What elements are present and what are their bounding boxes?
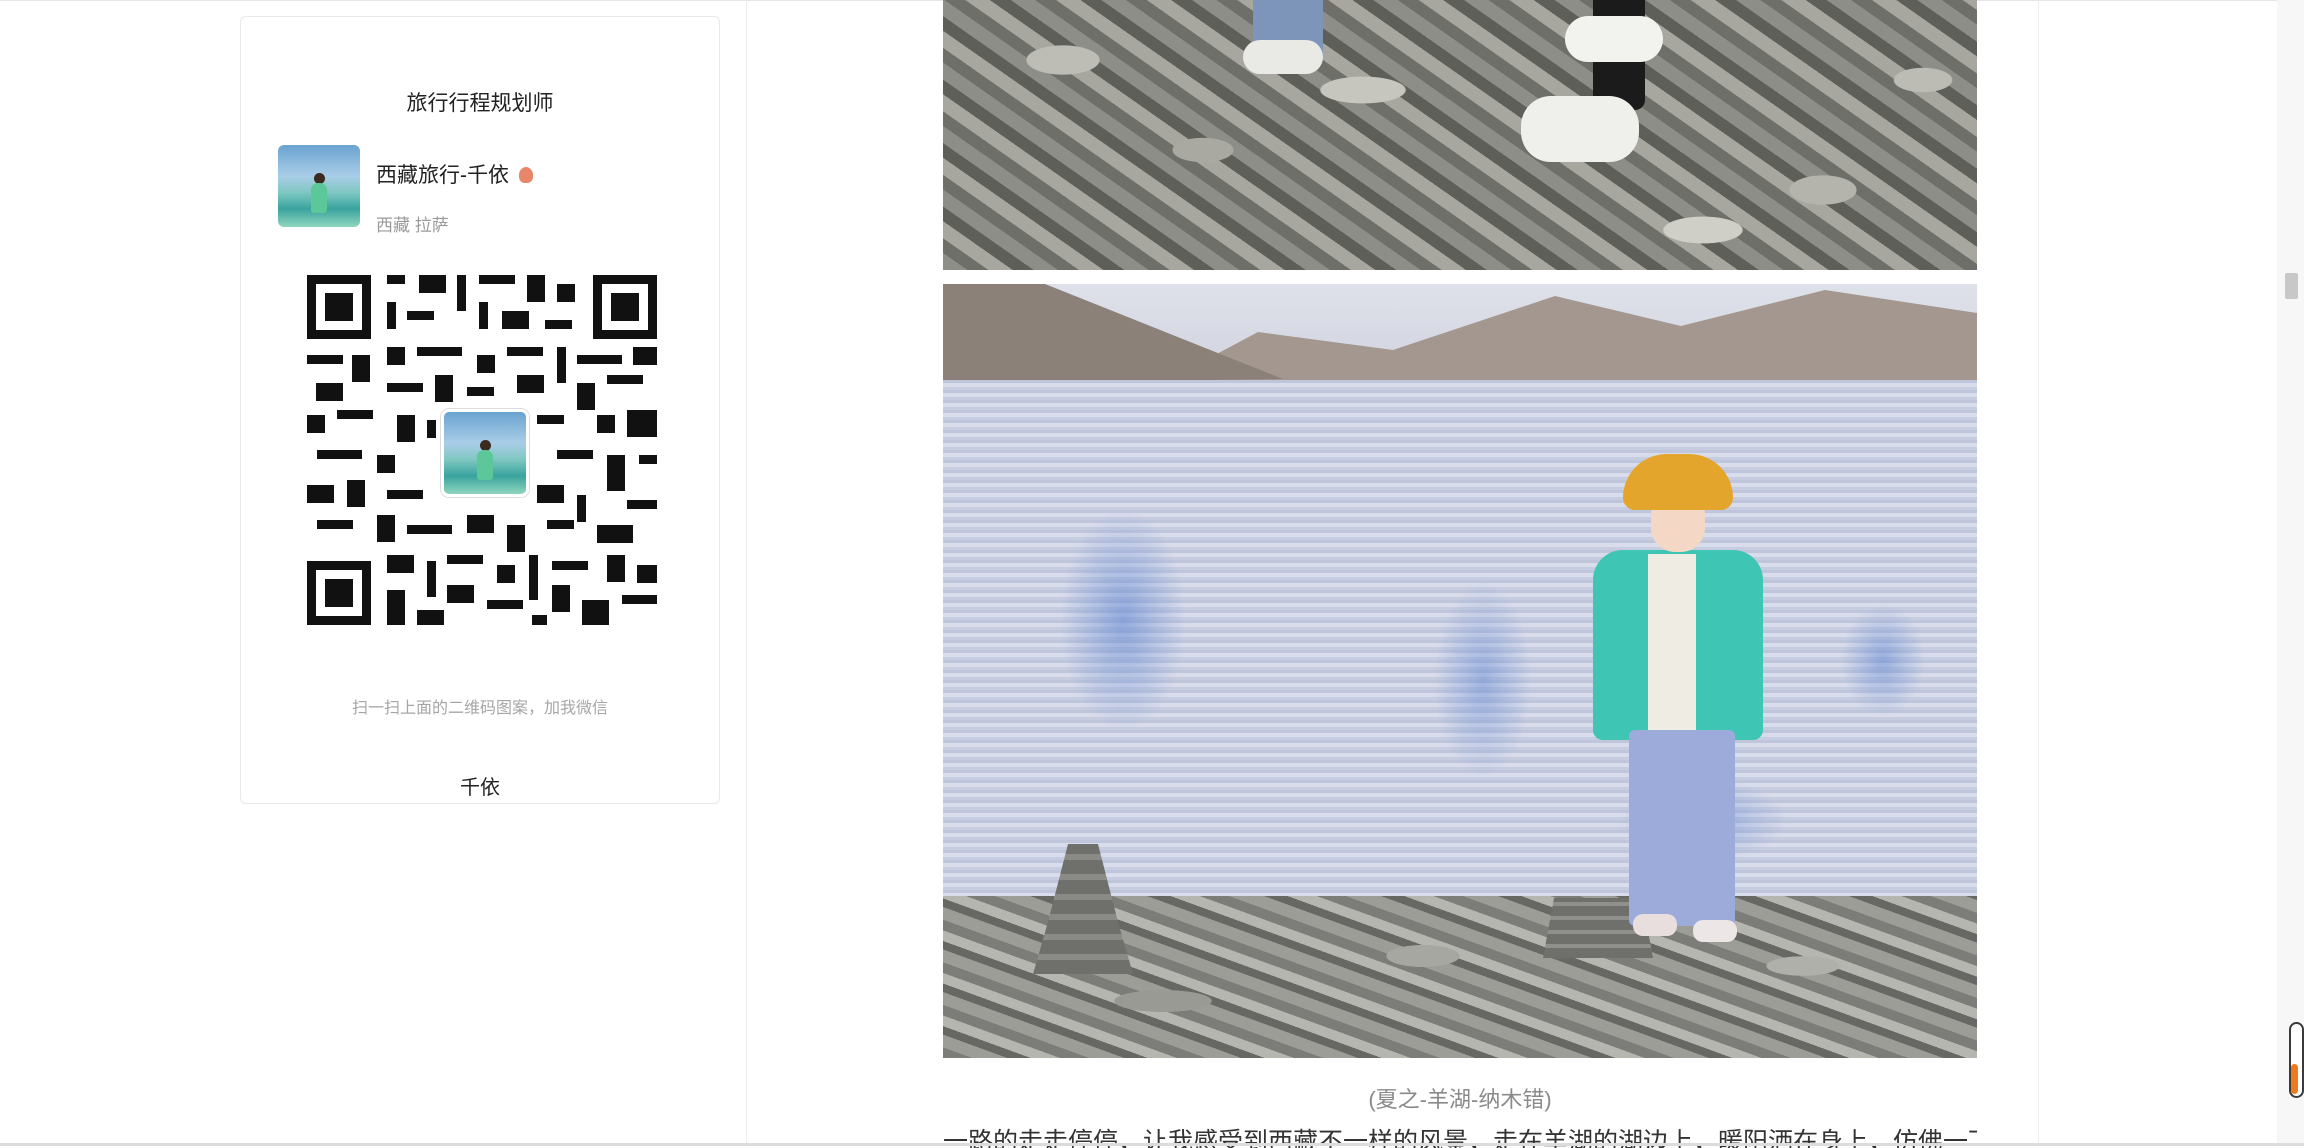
photo-child-pants xyxy=(1629,730,1735,926)
qr-center-avatar xyxy=(441,409,529,497)
profile-location: 西藏 拉萨 xyxy=(376,216,449,235)
card-footer-name: 千依 xyxy=(460,777,500,799)
photo-child-shirt xyxy=(1648,554,1696,730)
profile-name-row[interactable]: 西藏旅行-千依 xyxy=(376,159,533,189)
photo-shoe xyxy=(1243,40,1323,74)
photo-shoe xyxy=(1521,96,1639,162)
qr-avatar-figure xyxy=(477,450,493,480)
photo-shoe xyxy=(1565,16,1663,62)
profile-avatar[interactable] xyxy=(278,145,360,227)
photo-child-shoe xyxy=(1693,920,1737,942)
qr-hint-text: 扫一扫上面的二维码图案，加我微信 xyxy=(351,700,608,717)
card-title: 旅行行程规划师 xyxy=(406,92,554,115)
content-column-right-border xyxy=(2038,0,2039,1146)
content-column-left-border xyxy=(746,0,747,1146)
page-scrollbar[interactable] xyxy=(2277,0,2304,1146)
photo-child-shoe xyxy=(1633,914,1677,936)
article-photo-rocks[interactable] xyxy=(943,0,1977,270)
scroll-progress-fill xyxy=(2291,1064,2298,1094)
scrollbar-thumb[interactable] xyxy=(2285,273,2298,299)
planner-card: 旅行行程规划师 西藏旅行-千依 西藏 拉萨 扫一扫上面的二维码图案，加我微信 千… xyxy=(240,16,720,804)
photo-caption: (夏之-羊湖-纳木错) xyxy=(1368,1087,1552,1112)
profile-name: 西藏旅行-千依 xyxy=(376,164,509,187)
location-pin-icon xyxy=(519,167,533,183)
avatar-figure xyxy=(311,183,327,213)
article-photo-lake[interactable] xyxy=(943,284,1977,1058)
